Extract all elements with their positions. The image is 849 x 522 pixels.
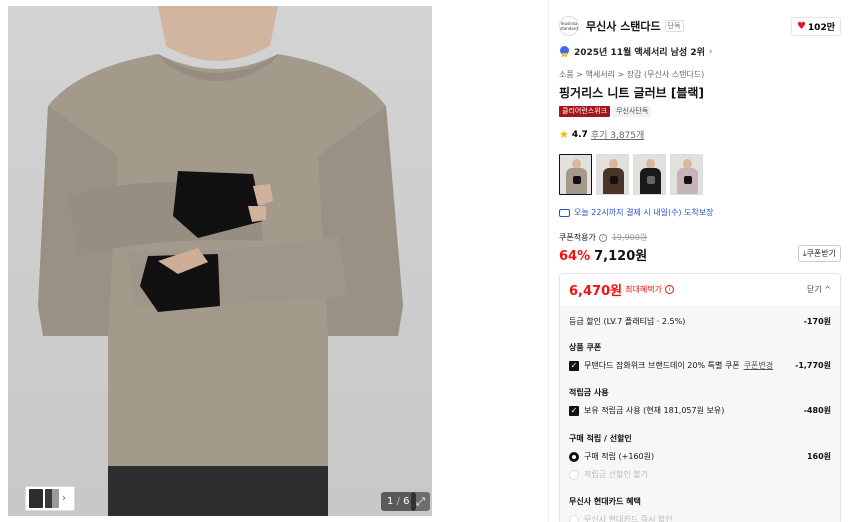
- points-label: 보유 적립금 사용 (현재 181,057원 보유): [584, 406, 725, 415]
- counter-separator: /: [396, 496, 400, 507]
- event-tag: 클리어런스위크: [559, 106, 611, 117]
- model-illustration: [8, 6, 432, 516]
- grade-discount-row: 등급 할인 (LV.7 플래티넘 · 2.5%) -170원: [569, 316, 831, 327]
- max-benefit-price: 6,470원: [569, 284, 623, 299]
- prediscount-row: 적립금 선할인 불가: [569, 469, 831, 480]
- product-coupon-row: ✓ 무탠다드 잡화위크 브랜드데이 20% 특별 쿠폰 쿠폰변경 -1,770원: [569, 360, 831, 371]
- original-price: 19,900원: [611, 233, 648, 242]
- radio-selected[interactable]: [569, 451, 579, 462]
- breadcrumb[interactable]: 소품 > 액세서리 > 장갑 (무신사 스탠다드): [559, 69, 704, 80]
- rating-score: 4.7: [571, 129, 588, 140]
- brand-logo-text: standard: [560, 26, 578, 31]
- coupon-change-link[interactable]: 쿠폰변경: [744, 360, 773, 371]
- product-info-panel: musinsa standard 무신사 스탠다드 단독 ♥ 102만 2025…: [548, 0, 849, 522]
- color-options: [559, 154, 703, 195]
- color-swatch-beige[interactable]: [559, 154, 592, 195]
- radio-disabled: [569, 469, 579, 480]
- coupon-label: 무탠다드 잡화위크 브랜드데이 20% 특별 쿠폰: [584, 361, 740, 370]
- final-price: 7,120원: [594, 249, 648, 264]
- max-benefit-label: 최대혜택가: [625, 285, 662, 294]
- purchase-reward-row: 구매 적립 (+160원) 160원: [569, 451, 831, 462]
- brand-logo[interactable]: musinsa standard: [559, 16, 579, 36]
- color-swatch-pink[interactable]: [670, 154, 703, 195]
- exclusive-tag: 무신사단독: [613, 106, 652, 117]
- benefit-details: 등급 할인 (LV.7 플래티넘 · 2.5%) -170원 상품 쿠폰 ✓ 무…: [560, 305, 840, 522]
- coupon-price-label: 쿠폰적용가 i 19,900원: [559, 232, 647, 243]
- expand-icon[interactable]: ⤢: [411, 492, 430, 511]
- thumbnail-image[interactable]: [45, 489, 59, 508]
- points-row: ✓ 보유 적립금 사용 (현재 181,057원 보유) -480원: [569, 405, 831, 416]
- review-count-link[interactable]: 후기 3,875개: [591, 128, 644, 141]
- heart-icon: ♥: [796, 20, 806, 32]
- truck-icon: [559, 208, 570, 217]
- brand-name[interactable]: 무신사 스탠다드: [586, 18, 661, 34]
- product-title: 핑거리스 니트 글러브 [블랙]: [559, 86, 704, 100]
- medal-icon: [559, 45, 570, 58]
- color-swatch-black[interactable]: [633, 154, 666, 195]
- points-title: 적립금 사용: [569, 388, 609, 397]
- counter-current: 1: [387, 496, 394, 507]
- coupon-amount: -1,770원: [795, 361, 831, 370]
- grade-discount-label: 등급 할인 (LV.7 플래티넘 · 2.5%): [569, 317, 686, 326]
- brand-row: musinsa standard 무신사 스탠다드 단독 ♥ 102만: [559, 15, 841, 37]
- card-benefit-row: 무신사 현대카드 즉시 할인: [569, 514, 831, 522]
- coupon-download-button[interactable]: ⤓쿠폰받기: [798, 245, 841, 262]
- product-image[interactable]: › 1 / 6 ⤢: [8, 6, 432, 516]
- points-amount: -480원: [803, 406, 831, 415]
- info-icon[interactable]: i: [598, 233, 607, 242]
- star-icon: ★: [559, 128, 569, 141]
- checkbox-checked[interactable]: ✓: [569, 405, 579, 416]
- product-page: › 1 / 6 ⤢ musinsa standard 무신사 스탠다드 단독 ♥…: [0, 0, 849, 522]
- coupon-button-label: 쿠폰받기: [806, 249, 836, 258]
- thumbnail-image[interactable]: [29, 489, 43, 508]
- rating-row: ★ 4.7 후기 3,875개: [559, 128, 644, 141]
- chevron-right-icon: ›: [708, 46, 713, 57]
- price-row: 64% 7,120원: [559, 245, 647, 264]
- grade-discount-amount: -170원: [803, 317, 831, 326]
- product-tags: 클리어런스위크 무신사단독: [559, 106, 652, 117]
- delivery-guarantee: 오늘 22시까지 결제 시 내일(수) 도착보장: [559, 207, 714, 218]
- product-coupon-title: 상품 쿠폰: [569, 343, 602, 352]
- purchase-reward-label: 구매 적립 (+160원): [584, 452, 655, 461]
- close-benefit-button[interactable]: 닫기 ^: [807, 284, 831, 295]
- like-count: 102만: [807, 22, 835, 33]
- max-benefit-header: 6,470원 최대혜택가 i 닫기 ^: [560, 274, 840, 305]
- counter-total: 6: [403, 496, 410, 507]
- exclusive-badge: 단독: [664, 20, 684, 32]
- max-benefit-box: 6,470원 최대혜택가 i 닫기 ^ 등급 할인 (LV.7 플래티넘 · 2…: [559, 273, 841, 522]
- checkbox-checked[interactable]: ✓: [569, 360, 579, 371]
- ranking-link[interactable]: 2025년 11월 액세서리 남성 2위 ›: [559, 45, 713, 58]
- discount-rate: 64%: [559, 249, 591, 264]
- card-benefit-title: 무신사 현대카드 혜택: [569, 497, 641, 506]
- purchase-reward-title: 구매 적립 / 선할인: [569, 434, 632, 443]
- color-swatch-brown[interactable]: [596, 154, 629, 195]
- image-thumbnail-strip[interactable]: ›: [25, 486, 75, 511]
- prediscount-label: 적립금 선할인 불가: [584, 470, 648, 479]
- delivery-text: 오늘 22시까지 결제 시 내일(수) 도착보장: [574, 208, 714, 217]
- coupon-price-text: 쿠폰적용가: [559, 233, 596, 242]
- radio-disabled: [569, 514, 579, 522]
- info-icon[interactable]: i: [664, 285, 674, 294]
- card-benefit-label: 무신사 현대카드 즉시 할인: [584, 515, 673, 522]
- ranking-text: 2025년 11월 액세서리 남성 2위: [574, 48, 705, 58]
- chevron-right-icon[interactable]: ›: [62, 493, 66, 504]
- purchase-reward-amount: 160원: [806, 452, 831, 461]
- like-button[interactable]: ♥ 102만: [790, 16, 841, 36]
